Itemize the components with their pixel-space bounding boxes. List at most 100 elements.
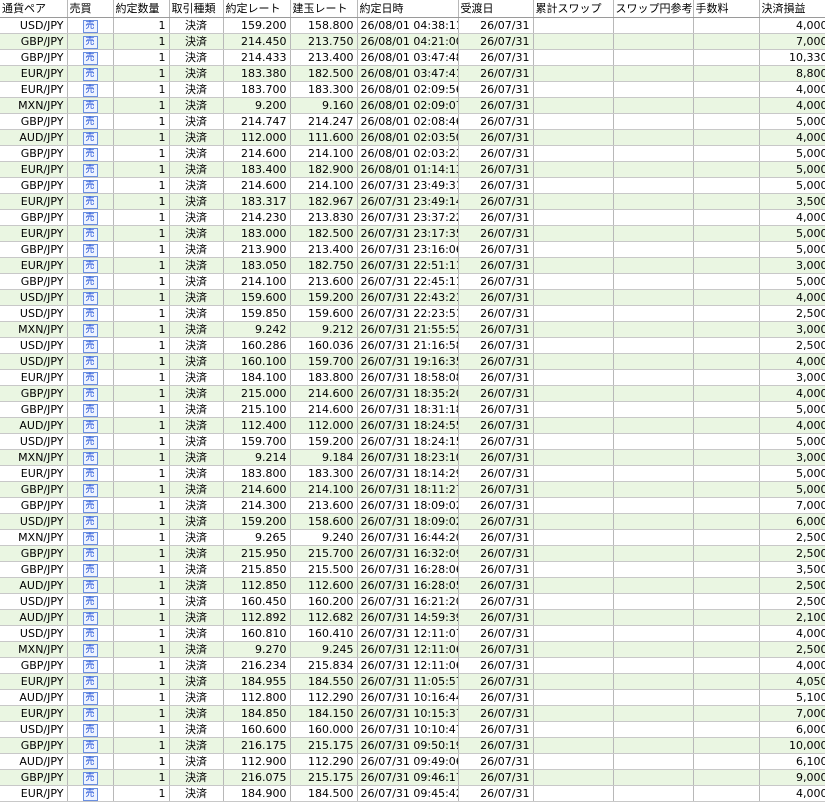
table-row[interactable]: USD/JPY 売 1 決済 159.600 159.200 26/07/31 22:43:…: [0, 289, 825, 306]
side-cell: 売: [67, 561, 114, 578]
table-row[interactable]: AUD/JPY 売 1 決済 112.850 112.600 26/07/31 16:28:…: [0, 577, 825, 594]
table-row[interactable]: GBP/JPY 売 1 決済 215.000 214.600 26/07/31 18:35:…: [0, 385, 825, 402]
swap-jpy-ref-cell: [613, 305, 694, 322]
table-row[interactable]: GBP/JPY 売 1 決済 214.433 213.400 26/08/01 03:47:…: [0, 49, 825, 66]
table-row[interactable]: USD/JPY 売 1 決済 159.200 158.800 26/08/01 04:38:…: [0, 17, 825, 34]
sell-badge-icon: 売: [82, 691, 98, 705]
exec-rate-cell: 160.286: [223, 337, 291, 354]
trade-type-cell: 決済: [169, 401, 224, 418]
fee-cell: [693, 785, 760, 802]
pair-cell: AUD/JPY: [0, 753, 68, 770]
table-row[interactable]: GBP/JPY 売 1 決済 214.300 213.600 26/07/31 18:09:…: [0, 497, 825, 514]
exec-datetime-cell: 26/07/31 12:11:07: [357, 625, 459, 642]
quantity-cell: 1: [113, 529, 170, 546]
table-row[interactable]: AUD/JPY 売 1 決済 112.800 112.290 26/07/31 10:16:…: [0, 689, 825, 706]
table-row[interactable]: GBP/JPY 売 1 決済 214.600 214.100 26/07/31 18:11:…: [0, 481, 825, 498]
exec-datetime-cell: 26/07/31 22:45:11: [357, 273, 459, 290]
table-row[interactable]: EUR/JPY 売 1 決済 183.317 182.967 26/07/31 23:49:…: [0, 193, 825, 210]
table-row[interactable]: AUD/JPY 売 1 決済 112.400 112.000 26/07/31 18:24:…: [0, 417, 825, 434]
pair-cell: GBP/JPY: [0, 177, 68, 194]
col-header-open-rate[interactable]: 建玉レート: [290, 0, 358, 18]
table-row[interactable]: GBP/JPY 売 1 決済 216.234 215.834 26/07/31 12:11:…: [0, 657, 825, 674]
side-cell: 売: [67, 785, 114, 802]
table-row[interactable]: USD/JPY 売 1 決済 160.100 159.700 26/07/31 19:16:…: [0, 353, 825, 370]
pair-cell: GBP/JPY: [0, 737, 68, 754]
table-row[interactable]: MXN/JPY 売 1 決済 9.200 9.160 26/08/01 02:09:07 26…: [0, 97, 825, 114]
swap-jpy-ref-cell: [613, 33, 694, 50]
open-rate-cell: 112.290: [290, 753, 358, 770]
quantity-cell: 1: [113, 81, 170, 98]
table-row[interactable]: EUR/JPY 売 1 決済 183.050 182.750 26/07/31 22:51:…: [0, 257, 825, 274]
col-header-cumulative-swap[interactable]: 累計スワップ: [533, 0, 614, 18]
col-header-trade-type[interactable]: 取引種類: [169, 0, 224, 18]
table-row[interactable]: USD/JPY 売 1 決済 159.850 159.600 26/07/31 22:23:…: [0, 305, 825, 322]
table-row[interactable]: GBP/JPY 売 1 決済 214.230 213.830 26/07/31 23:37:…: [0, 209, 825, 226]
table-row[interactable]: EUR/JPY 売 1 決済 183.700 183.300 26/08/01 02:09:…: [0, 81, 825, 98]
table-row[interactable]: EUR/JPY 売 1 決済 183.800 183.300 26/07/31 18:14:…: [0, 465, 825, 482]
pair-cell: GBP/JPY: [0, 497, 68, 514]
table-row[interactable]: EUR/JPY 売 1 決済 183.400 182.900 26/08/01 01:14:…: [0, 161, 825, 178]
table-row[interactable]: EUR/JPY 売 1 決済 183.380 182.500 26/08/01 03:47:…: [0, 65, 825, 82]
trade-type-cell: 決済: [169, 305, 224, 322]
pair-cell: MXN/JPY: [0, 449, 68, 466]
exec-rate-cell: 160.810: [223, 625, 291, 642]
table-row[interactable]: GBP/JPY 売 1 決済 214.600 214.100 26/07/31 23:49:…: [0, 177, 825, 194]
table-row[interactable]: MXN/JPY 売 1 決済 9.270 9.245 26/07/31 12:11:06 26…: [0, 641, 825, 658]
cumulative-swap-cell: [533, 641, 614, 658]
table-row[interactable]: USD/JPY 売 1 決済 160.286 160.036 26/07/31 21:16:…: [0, 337, 825, 354]
cumulative-swap-cell: [533, 193, 614, 210]
table-row[interactable]: USD/JPY 売 1 決済 160.810 160.410 26/07/31 12:11:…: [0, 625, 825, 642]
col-header-swap-jpy-ref[interactable]: スワップ円参考: [613, 0, 694, 18]
table-row[interactable]: GBP/JPY 売 1 決済 216.175 215.175 26/07/31 09:50:…: [0, 737, 825, 754]
open-rate-cell: 182.500: [290, 65, 358, 82]
col-header-value-date[interactable]: 受渡日: [458, 0, 534, 18]
table-row[interactable]: EUR/JPY 売 1 決済 183.000 182.500 26/07/31 23:17:…: [0, 225, 825, 242]
table-row[interactable]: USD/JPY 売 1 決済 160.450 160.200 26/07/31 16:21:…: [0, 593, 825, 610]
table-row[interactable]: EUR/JPY 売 1 決済 184.850 184.150 26/07/31 10:15:…: [0, 705, 825, 722]
sell-badge-icon: 売: [82, 579, 98, 593]
swap-jpy-ref-cell: [613, 129, 694, 146]
col-header-exec-datetime[interactable]: 約定日時: [357, 0, 459, 18]
col-header-pair[interactable]: 通貨ペア: [0, 0, 68, 18]
col-header-exec-rate[interactable]: 約定レート: [223, 0, 291, 18]
settled-pnl-cell: 5,100: [759, 689, 825, 706]
trade-type-cell: 決済: [169, 113, 224, 130]
fee-cell: [693, 625, 760, 642]
side-cell: 売: [67, 193, 114, 210]
table-row[interactable]: GBP/JPY 売 1 決済 214.600 214.100 26/08/01 02:03:…: [0, 145, 825, 162]
table-row[interactable]: GBP/JPY 売 1 決済 214.100 213.600 26/07/31 22:45:…: [0, 273, 825, 290]
table-row[interactable]: MXN/JPY 売 1 決済 9.265 9.240 26/07/31 16:44:20 26…: [0, 529, 825, 546]
table-row[interactable]: GBP/JPY 売 1 決済 214.747 214.247 26/08/01 02:08:…: [0, 113, 825, 130]
value-date-cell: 26/07/31: [458, 785, 534, 802]
sell-badge-icon: 売: [82, 163, 98, 177]
table-row[interactable]: EUR/JPY 売 1 決済 184.900 184.500 26/07/31 09:45:…: [0, 785, 825, 802]
table-row[interactable]: USD/JPY 売 1 決済 159.200 158.600 26/07/31 18:09:…: [0, 513, 825, 530]
table-row[interactable]: GBP/JPY 売 1 決済 215.850 215.500 26/07/31 16:28:…: [0, 561, 825, 578]
table-row[interactable]: EUR/JPY 売 1 決済 184.955 184.550 26/07/31 11:05:…: [0, 673, 825, 690]
table-row[interactable]: GBP/JPY 売 1 決済 213.900 213.400 26/07/31 23:16:…: [0, 241, 825, 258]
value-date-cell: 26/07/31: [458, 689, 534, 706]
table-row[interactable]: MXN/JPY 売 1 決済 9.214 9.184 26/07/31 18:23:10 26…: [0, 449, 825, 466]
table-row[interactable]: GBP/JPY 売 1 決済 214.450 213.750 26/08/01 04:21:…: [0, 33, 825, 50]
col-header-fee[interactable]: 手数料: [693, 0, 760, 18]
trade-type-cell: 決済: [169, 193, 224, 210]
table-row[interactable]: GBP/JPY 売 1 決済 216.075 215.175 26/07/31 09:46:…: [0, 769, 825, 786]
table-row[interactable]: AUD/JPY 売 1 決済 112.892 112.682 26/07/31 14:59:…: [0, 609, 825, 626]
col-header-side[interactable]: 売買: [67, 0, 114, 18]
table-row[interactable]: AUD/JPY 売 1 決済 112.900 112.290 26/07/31 09:49:…: [0, 753, 825, 770]
table-row[interactable]: EUR/JPY 売 1 決済 184.100 183.800 26/07/31 18:58:…: [0, 369, 825, 386]
exec-rate-cell: 159.700: [223, 433, 291, 450]
open-rate-cell: 215.500: [290, 561, 358, 578]
table-row[interactable]: MXN/JPY 売 1 決済 9.242 9.212 26/07/31 21:55:52 26…: [0, 321, 825, 338]
trade-type-cell: 決済: [169, 145, 224, 162]
table-row[interactable]: USD/JPY 売 1 決済 159.700 159.200 26/07/31 18:24:…: [0, 433, 825, 450]
table-row[interactable]: GBP/JPY 売 1 決済 215.100 214.600 26/07/31 18:31:…: [0, 401, 825, 418]
pair-cell: USD/JPY: [0, 305, 68, 322]
col-header-settled-pnl[interactable]: 決済損益: [759, 0, 825, 18]
table-row[interactable]: USD/JPY 売 1 決済 160.600 160.000 26/07/31 10:10:…: [0, 721, 825, 738]
table-row[interactable]: GBP/JPY 売 1 決済 215.950 215.700 26/07/31 16:32:…: [0, 545, 825, 562]
swap-jpy-ref-cell: [613, 785, 694, 802]
table-row[interactable]: AUD/JPY 売 1 決済 112.000 111.600 26/08/01 02:03:…: [0, 129, 825, 146]
pair-cell: MXN/JPY: [0, 97, 68, 114]
col-header-quantity[interactable]: 約定数量: [113, 0, 170, 18]
